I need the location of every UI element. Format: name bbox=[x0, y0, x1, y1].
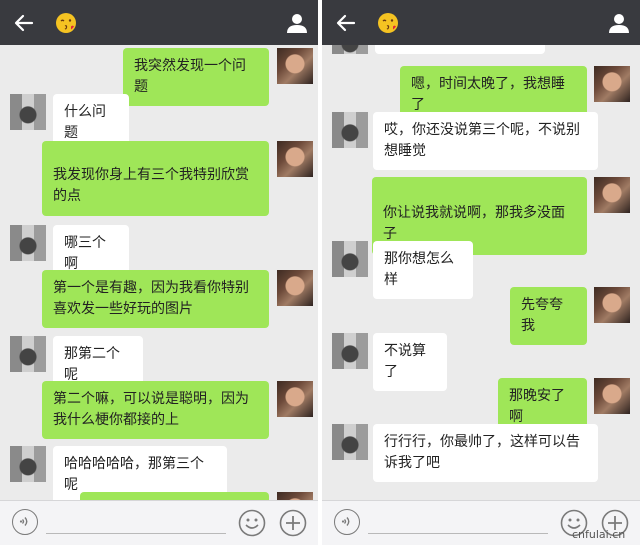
watermark-text: cnfulai.cn bbox=[572, 528, 626, 541]
message-bubble-self[interactable]: 先夸夸我 bbox=[510, 287, 587, 345]
self-avatar[interactable] bbox=[277, 270, 313, 306]
kissing-face-emoji-icon bbox=[56, 13, 76, 33]
voice-input-icon[interactable] bbox=[334, 509, 360, 535]
chat-screen-right: 嗯，时间太晚了，我想睡了 哎，你还没说第三个呢，不说别想睡觉 你让说我就说啊，那… bbox=[322, 0, 640, 545]
chat-screen-left: 我突然发现一个问题 什么问题 我发现你身上有三个我特别欣赏的点 哪三个啊 第一个… bbox=[0, 0, 318, 545]
contact-avatar[interactable] bbox=[10, 225, 46, 261]
profile-icon[interactable] bbox=[608, 12, 630, 34]
self-avatar[interactable] bbox=[277, 141, 313, 177]
self-avatar[interactable] bbox=[594, 177, 630, 213]
contact-avatar[interactable] bbox=[10, 446, 46, 482]
message-bubble-other[interactable]: 哎，你还没说第三个呢，不说别想睡觉 bbox=[373, 112, 598, 170]
message-input[interactable] bbox=[46, 511, 226, 534]
emoji-picker-icon[interactable] bbox=[238, 509, 266, 537]
voice-input-icon[interactable] bbox=[12, 509, 38, 535]
contact-avatar[interactable] bbox=[332, 241, 368, 277]
top-bar bbox=[0, 0, 318, 45]
back-arrow-icon[interactable] bbox=[335, 12, 357, 34]
message-bubble-self[interactable]: 我突然发现一个问题 bbox=[123, 48, 269, 106]
contact-avatar[interactable] bbox=[332, 112, 368, 148]
message-bubble-self[interactable]: 第一个是有趣，因为我看你特别喜欢发一些好玩的图片 bbox=[42, 270, 269, 328]
contact-avatar[interactable] bbox=[332, 424, 368, 460]
self-avatar[interactable] bbox=[594, 66, 630, 102]
contact-avatar[interactable] bbox=[10, 336, 46, 372]
message-bubble-other[interactable]: 行行行，你最帅了，这样可以告诉我了吧 bbox=[373, 424, 598, 482]
contact-avatar[interactable] bbox=[10, 94, 46, 130]
back-arrow-icon[interactable] bbox=[13, 12, 35, 34]
contact-avatar[interactable] bbox=[332, 333, 368, 369]
more-options-plus-icon[interactable] bbox=[279, 509, 307, 537]
message-bubble-self[interactable]: 我发现你身上有三个我特别欣赏的点 bbox=[42, 141, 269, 216]
top-bar bbox=[322, 0, 640, 45]
message-bubble-other[interactable]: 不说算了 bbox=[373, 333, 447, 391]
self-avatar[interactable] bbox=[277, 381, 313, 417]
self-avatar[interactable] bbox=[594, 378, 630, 414]
self-avatar[interactable] bbox=[277, 48, 313, 84]
message-bubble-self[interactable]: 第二个嘛，可以说是聪明，因为我什么梗你都接的上 bbox=[42, 381, 269, 439]
self-avatar[interactable] bbox=[594, 287, 630, 323]
profile-icon[interactable] bbox=[286, 12, 308, 34]
message-bubble-other[interactable]: 那你想怎么样 bbox=[373, 241, 473, 299]
input-bar bbox=[0, 500, 318, 545]
message-input[interactable] bbox=[368, 511, 548, 534]
kissing-face-emoji-icon bbox=[378, 13, 398, 33]
